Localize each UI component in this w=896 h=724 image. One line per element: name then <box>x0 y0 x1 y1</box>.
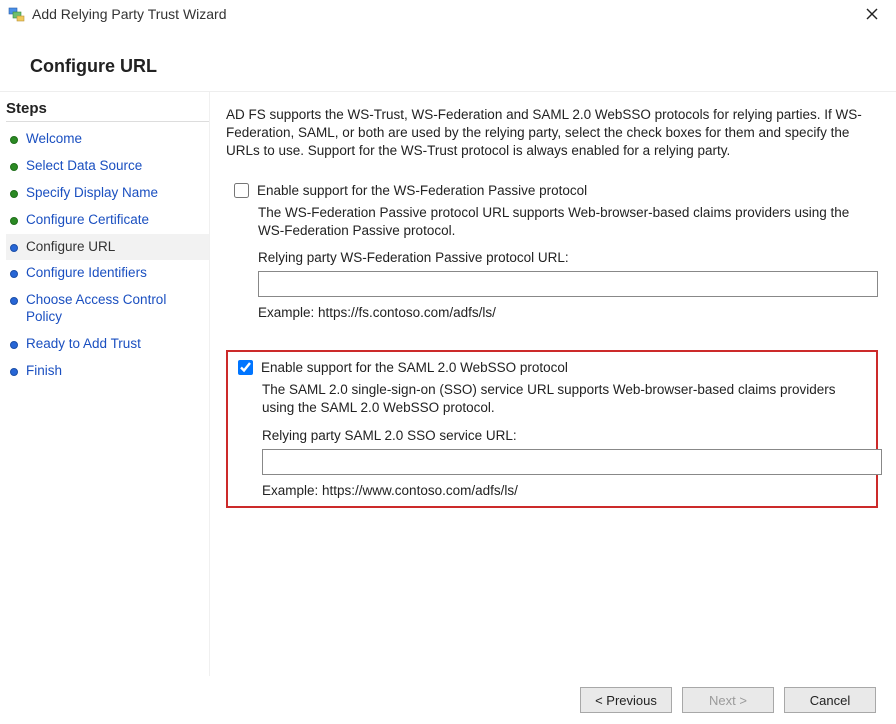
saml-checkbox-label[interactable]: Enable support for the SAML 2.0 WebSSO p… <box>261 360 568 375</box>
step-item[interactable]: Finish <box>6 358 209 385</box>
wizard-body: Steps Welcome Select Data Source Specify D… <box>0 91 896 683</box>
page-title: Configure URL <box>0 26 896 91</box>
wsfed-url-input[interactable] <box>258 271 878 297</box>
wsfed-url-label: Relying party WS-Federation Passive prot… <box>258 250 870 265</box>
close-button[interactable] <box>856 4 888 24</box>
step-label: Specify Display Name <box>26 185 203 202</box>
step-bullet-icon <box>10 297 18 305</box>
step-item[interactable]: Configure URL <box>6 234 209 261</box>
wsfed-description: The WS-Federation Passive protocol URL s… <box>258 204 870 240</box>
step-label: Configure URL <box>26 239 203 256</box>
step-label: Welcome <box>26 131 203 148</box>
step-label: Configure Certificate <box>26 212 203 229</box>
step-bullet-icon <box>10 270 18 278</box>
step-item[interactable]: Ready to Add Trust <box>6 331 209 358</box>
step-item[interactable]: Select Data Source <box>6 153 209 180</box>
steps-list: Welcome Select Data Source Specify Display… <box>6 126 209 385</box>
step-bullet-icon <box>10 368 18 376</box>
step-bullet-icon <box>10 244 18 252</box>
intro-text: AD FS supports the WS-Trust, WS-Federati… <box>226 106 878 161</box>
button-bar: < Previous Next > Cancel <box>0 676 896 724</box>
saml-url-input[interactable] <box>262 449 882 475</box>
step-item[interactable]: Configure Identifiers <box>6 260 209 287</box>
step-label: Finish <box>26 363 203 380</box>
step-label: Choose Access Control Policy <box>26 292 203 326</box>
window-title: Add Relying Party Trust Wizard <box>32 6 856 22</box>
wsfed-checkbox-label[interactable]: Enable support for the WS-Federation Pas… <box>257 183 587 198</box>
step-item[interactable]: Welcome <box>6 126 209 153</box>
step-bullet-icon <box>10 136 18 144</box>
content-panel: AD FS supports the WS-Trust, WS-Federati… <box>210 92 896 683</box>
wsfed-checkbox[interactable] <box>234 183 249 198</box>
close-icon <box>866 8 878 20</box>
next-button[interactable]: Next > <box>682 687 774 713</box>
wsfed-example: Example: https://fs.contoso.com/adfs/ls/ <box>258 305 870 320</box>
steps-panel: Steps Welcome Select Data Source Specify D… <box>0 92 210 683</box>
step-label: Configure Identifiers <box>26 265 203 282</box>
saml-example: Example: https://www.contoso.com/adfs/ls… <box>262 483 866 498</box>
step-label: Ready to Add Trust <box>26 336 203 353</box>
saml-section: Enable support for the SAML 2.0 WebSSO p… <box>226 350 878 507</box>
saml-description: The SAML 2.0 single-sign-on (SSO) servic… <box>262 381 866 417</box>
saml-checkbox[interactable] <box>238 360 253 375</box>
cancel-button[interactable]: Cancel <box>784 687 876 713</box>
step-bullet-icon <box>10 341 18 349</box>
step-item[interactable]: Specify Display Name <box>6 180 209 207</box>
step-bullet-icon <box>10 190 18 198</box>
steps-header: Steps <box>6 98 209 122</box>
step-label: Select Data Source <box>26 158 203 175</box>
previous-button[interactable]: < Previous <box>580 687 672 713</box>
step-item[interactable]: Configure Certificate <box>6 207 209 234</box>
title-bar: Add Relying Party Trust Wizard <box>0 0 896 26</box>
app-icon <box>8 5 26 23</box>
saml-url-label: Relying party SAML 2.0 SSO service URL: <box>262 428 866 443</box>
step-bullet-icon <box>10 217 18 225</box>
step-bullet-icon <box>10 163 18 171</box>
wsfed-section: Enable support for the WS-Federation Pas… <box>226 177 878 334</box>
step-item[interactable]: Choose Access Control Policy <box>6 287 209 331</box>
